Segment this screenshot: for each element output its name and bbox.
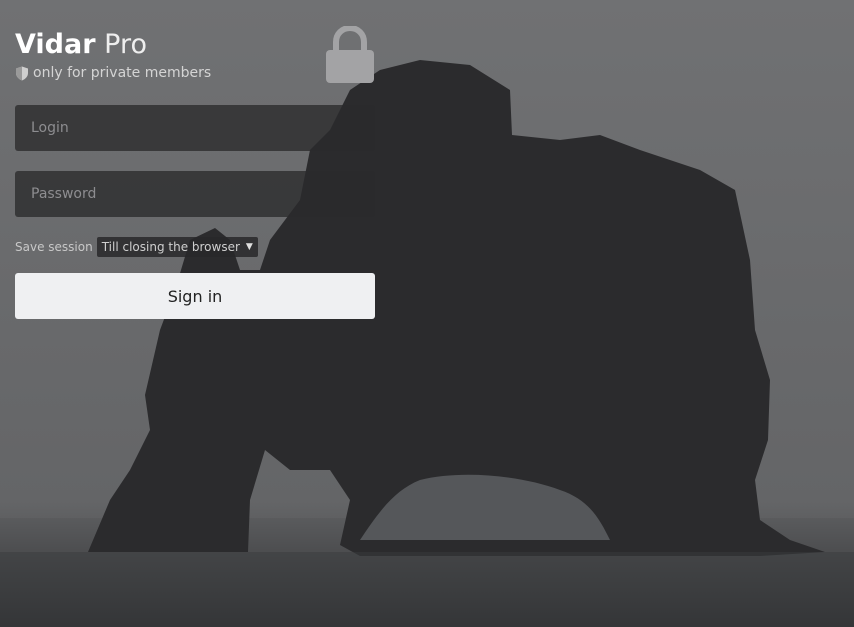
sign-in-button[interactable]: Sign in	[15, 273, 375, 319]
save-session-row: Save session Till closing the browser ▼	[15, 237, 258, 257]
save-session-select[interactable]: Till closing the browser ▼	[96, 237, 258, 257]
chevron-down-icon: ▼	[245, 242, 253, 252]
tagline-text: only for private members	[33, 65, 212, 81]
login-input[interactable]	[15, 105, 375, 151]
shield-icon	[16, 66, 28, 80]
password-input[interactable]	[15, 171, 375, 217]
save-session-value: Till closing the browser	[101, 240, 240, 254]
save-session-label: Save session	[15, 240, 93, 254]
app-title: Vidar Pro	[15, 28, 147, 62]
app-title-bold: Vidar	[15, 29, 96, 60]
app-title-light: Pro	[104, 29, 147, 60]
lock-icon	[326, 26, 374, 83]
tagline: only for private members	[15, 65, 211, 81]
